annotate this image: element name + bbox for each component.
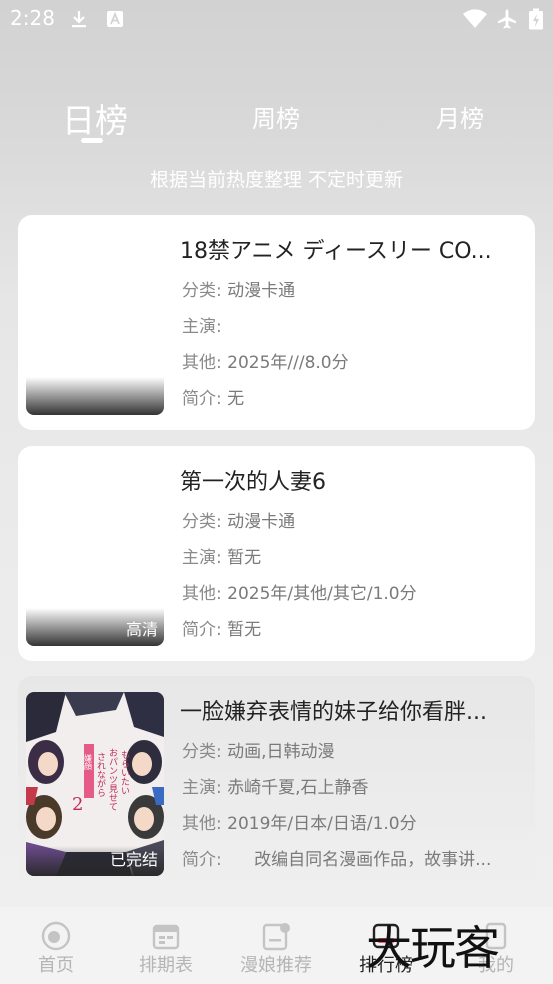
wifi-icon	[462, 8, 488, 30]
other-value: 2025年///8.0分	[227, 353, 349, 373]
poster-image: 嫌顔 されながら おパンツ見せて もらいたい 2 已完结	[26, 692, 164, 876]
status-badge: 已完结	[109, 850, 158, 869]
tab-monthly[interactable]: 月榜	[436, 99, 484, 134]
intro-label: 简介:	[182, 620, 222, 640]
battery-charging-icon	[528, 8, 544, 30]
quality-badge: 高清	[125, 620, 158, 639]
other-label: 其他:	[182, 814, 222, 834]
item-other: 其他: 2019年/日本/日语/1.0分	[182, 809, 527, 834]
tab-daily[interactable]: 日榜	[62, 94, 128, 142]
other-label: 其他:	[182, 353, 222, 373]
intro-value: 改编自同名漫画作品，故事讲...	[221, 850, 492, 870]
other-value: 2025年/其他/其它/1.0分	[227, 584, 417, 604]
nav-home-label: 首页	[38, 955, 74, 976]
intro-value: 无	[227, 389, 245, 409]
ranking-item-card[interactable]: 高清 第一次的人妻6 分类: 动漫卡通 主演: 暂无 其他: 2025年/其他/…	[18, 446, 535, 661]
nav-home[interactable]: 首页	[6, 907, 106, 984]
item-cast: 主演: 暂无	[182, 543, 527, 568]
category-label: 分类:	[182, 281, 222, 301]
item-intro: 简介: 暂无	[182, 615, 527, 640]
svg-text:おパンツ見せて: おパンツ見せて	[107, 748, 118, 811]
item-title: 第一次的人妻6	[180, 470, 326, 495]
ranking-item-card[interactable]: 嫌顔 されながら おパンツ見せて もらいたい 2 已完结 一脸嫌弃表情的妹子给你…	[18, 676, 535, 891]
item-other: 其他: 2025年/其他/其它/1.0分	[182, 579, 527, 604]
ranking-subtitle: 根据当前热度整理 不定时更新	[149, 169, 404, 191]
item-title: 一脸嫌弃表情的妹子给你看胖...	[180, 700, 487, 725]
category-value: 动画,日韩动漫	[227, 742, 335, 762]
poster-image	[26, 231, 164, 415]
nav-recommend-label: 漫娘推荐	[240, 955, 312, 976]
cast-value: 暂无	[227, 548, 262, 568]
nav-schedule[interactable]: 排期表	[116, 907, 216, 984]
airplane-mode-icon	[496, 8, 518, 30]
item-category: 分类: 动漫卡通	[182, 276, 527, 301]
item-other: 其他: 2025年///8.0分	[182, 348, 527, 373]
ranking-item-card[interactable]: 18禁アニメ ディースリー CO... 分类: 动漫卡通 主演: 其他: 202…	[18, 215, 535, 430]
cast-label: 主演:	[182, 317, 222, 337]
other-label: 其他:	[182, 584, 222, 604]
download-icon	[68, 8, 90, 30]
category-label: 分类:	[182, 512, 222, 532]
svg-text:もらいたい: もらいたい	[119, 750, 130, 795]
home-icon	[41, 921, 71, 951]
poster-shade	[26, 377, 164, 415]
category-label: 分类:	[182, 742, 222, 762]
recommend-icon	[261, 921, 291, 951]
poster-image: 高清	[26, 462, 164, 646]
category-value: 动漫卡通	[227, 512, 296, 532]
item-intro: 简介: 无	[182, 384, 527, 409]
svg-text:嫌顔: 嫌顔	[84, 753, 93, 771]
intro-label: 简介:	[182, 389, 222, 409]
item-intro: 简介: 改编自同名漫画作品，故事讲...	[182, 845, 527, 870]
item-cast: 主演: 赤崎千夏,石上静香	[182, 773, 527, 798]
category-value: 动漫卡通	[227, 281, 296, 301]
other-value: 2019年/日本/日语/1.0分	[227, 814, 417, 834]
tab-indicator	[81, 138, 103, 143]
calendar-icon	[151, 921, 181, 951]
tab-weekly[interactable]: 周榜	[252, 99, 300, 134]
watermark-logo: 大玩客	[366, 921, 500, 975]
status-time: 2:28	[10, 6, 55, 30]
item-category: 分类: 动画,日韩动漫	[182, 737, 527, 762]
svg-text:されながら: されながら	[95, 752, 106, 797]
intro-value: 暂无	[227, 620, 262, 640]
svg-text:2: 2	[72, 794, 83, 815]
nav-recommend[interactable]: 漫娘推荐	[226, 907, 326, 984]
app-notification-icon	[104, 8, 126, 30]
item-title: 18禁アニメ ディースリー CO...	[180, 239, 492, 264]
intro-label: 简介:	[182, 850, 222, 870]
item-cast: 主演:	[182, 312, 527, 337]
cast-label: 主演:	[182, 778, 222, 798]
status-bar: 2:28	[0, 0, 553, 38]
item-category: 分类: 动漫卡通	[182, 507, 527, 532]
nav-schedule-label: 排期表	[139, 955, 193, 976]
cast-label: 主演:	[182, 548, 222, 568]
cast-value: 赤崎千夏,石上静香	[227, 778, 369, 798]
